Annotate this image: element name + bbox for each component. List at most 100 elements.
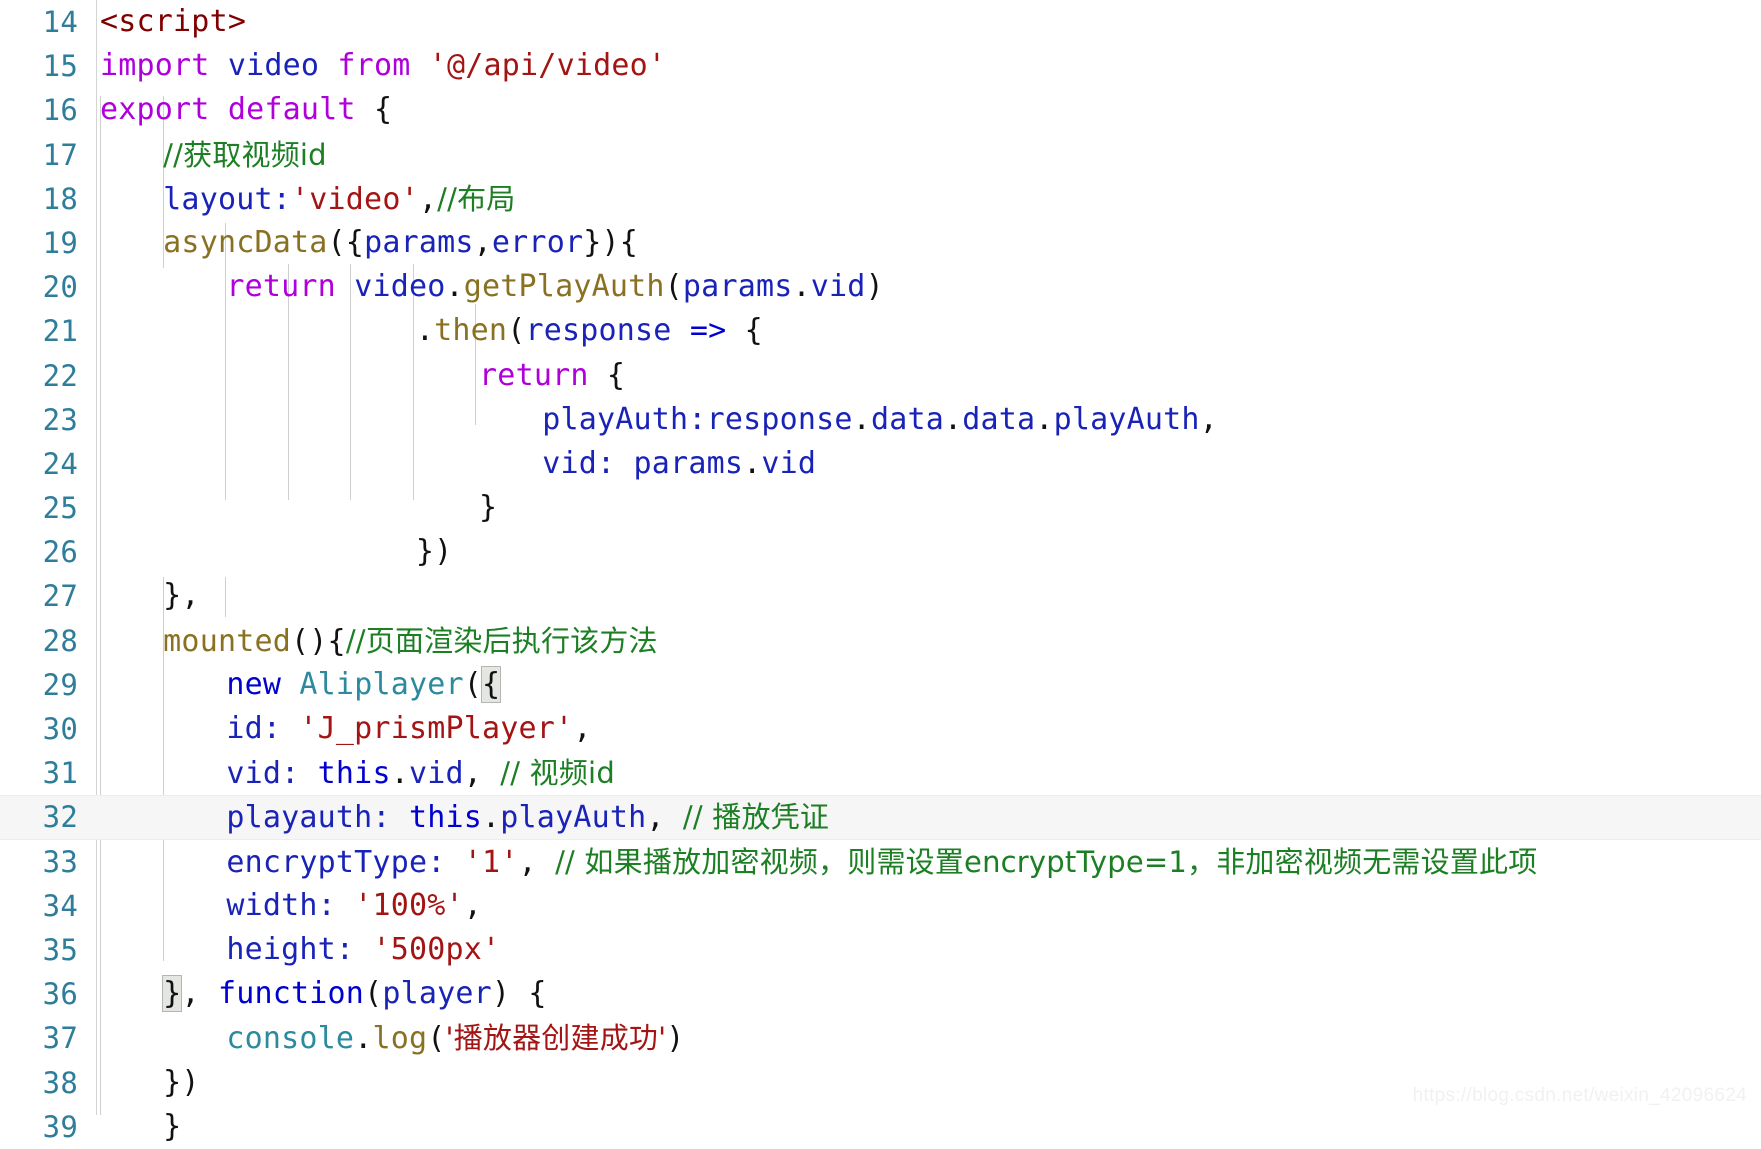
code-line[interactable]: 30 id: 'J_prismPlayer', <box>0 707 1761 751</box>
code-token: { <box>588 357 626 393</box>
code-token: ( <box>427 1021 446 1057</box>
code-token: //布局 <box>437 181 516 216</box>
code-line-content[interactable]: }, function(player) { <box>162 972 547 1016</box>
code-token: }) <box>163 1064 200 1100</box>
code-token: playauth: <box>226 800 409 836</box>
code-line[interactable]: 23 playAuth:response.data.data.playAuth, <box>0 398 1761 442</box>
code-token: error <box>491 224 584 260</box>
code-line-content[interactable]: mounted(){//页面渲染后执行该方法 <box>163 619 658 664</box>
line-number: 14 <box>42 5 78 39</box>
code-line-content[interactable]: }) <box>163 1061 200 1105</box>
code-line[interactable]: 15 import video from '@/api/video' <box>0 44 1761 88</box>
code-line-content[interactable]: new Aliplayer({ <box>226 663 502 707</box>
code-line[interactable]: 20 return video.getPlayAuth(params.vid) <box>0 265 1761 309</box>
code-token: '500px' <box>372 931 501 967</box>
code-line[interactable]: 22 return { <box>0 354 1761 398</box>
code-token: { <box>481 665 502 703</box>
code-line-content[interactable]: encryptType: '1', // 如果播放加密视频，则需设置encryp… <box>226 840 1537 885</box>
code-line[interactable]: 34 width: '100%', <box>0 884 1761 928</box>
code-line-content[interactable]: width: '100%', <box>226 884 482 928</box>
code-editor[interactable]: 14 <script> 15 import video from '@/api/vid… <box>0 0 1761 1144</box>
code-line[interactable]: 25} <box>0 486 1761 530</box>
code-line-content[interactable]: //获取视频id <box>163 133 327 178</box>
code-token: => <box>689 313 727 349</box>
code-line-content[interactable]: } <box>163 1105 181 1149</box>
code-line[interactable]: 33 encryptType: '1', // 如果播放加密视频，则需设置encr… <box>0 840 1761 884</box>
code-line-content[interactable]: vid: this.vid, // 视频id <box>226 751 615 796</box>
code-token: log <box>372 1021 428 1057</box>
code-line[interactable]: 17 //获取视频id <box>0 133 1761 177</box>
code-token: params <box>364 224 474 260</box>
code-token: . <box>482 800 501 836</box>
code-token: import <box>100 48 210 84</box>
code-lines[interactable]: 14 <script> 15 import video from '@/api/vid… <box>0 0 1761 1149</box>
code-line[interactable]: 37 console.log('播放器创建成功') <box>0 1016 1761 1060</box>
code-token: default <box>227 92 356 128</box>
code-line-content[interactable]: } <box>479 486 497 530</box>
code-line-content[interactable]: layout:'video',//布局 <box>163 177 515 222</box>
code-line-content[interactable]: playAuth:response.data.data.playAuth, <box>542 398 1218 442</box>
code-line[interactable]: 19 asyncData({params,error}){ <box>0 221 1761 265</box>
code-line[interactable]: 21 .then(response => { <box>0 309 1761 353</box>
code-line-content[interactable]: }) <box>416 530 453 574</box>
code-line[interactable]: 26}) <box>0 530 1761 574</box>
code-token: , <box>518 844 556 880</box>
code-line-content[interactable]: height: '500px' <box>226 928 500 972</box>
line-number: 17 <box>42 137 78 172</box>
code-line[interactable]: 28 mounted(){//页面渲染后执行该方法 <box>0 619 1761 663</box>
code-token: ( <box>327 224 346 260</box>
code-line[interactable]: 29 new Aliplayer({ <box>0 663 1761 707</box>
code-line-content[interactable]: .then(response => { <box>416 309 763 353</box>
code-line[interactable]: 16 export default { <box>0 88 1761 132</box>
code-token: ( <box>364 976 383 1012</box>
code-line[interactable]: 36}, function(player) { <box>0 972 1761 1016</box>
code-token: (){ <box>291 623 346 659</box>
code-line-content[interactable]: import video from '@/api/video' <box>100 44 666 88</box>
code-token: }){ <box>583 224 639 260</box>
line-number: 30 <box>42 712 78 746</box>
code-line-content[interactable]: console.log('播放器创建成功') <box>226 1016 684 1061</box>
code-line-content[interactable]: export default { <box>100 88 392 132</box>
line-number: 24 <box>42 446 78 481</box>
code-line-content[interactable]: <script> <box>100 0 246 44</box>
code-line[interactable]: 39} <box>0 1105 1761 1149</box>
code-token: playAuth: <box>542 401 707 437</box>
code-token: vid: <box>542 445 634 481</box>
code-token: '播放器创建成功' <box>445 1021 667 1056</box>
line-number: 33 <box>42 844 78 879</box>
code-token: vid: <box>226 756 318 792</box>
code-token: ) { <box>491 976 547 1012</box>
line-number: 22 <box>42 358 78 393</box>
code-line-content[interactable]: }, <box>163 574 200 618</box>
code-line-content[interactable]: playauth: this.playAuth, // 播放凭证 <box>226 796 829 839</box>
code-line[interactable]: 24 vid: params.vid <box>0 442 1761 486</box>
code-token: vid <box>761 445 817 481</box>
code-line[interactable]: 27}, <box>0 574 1761 618</box>
code-line-content[interactable]: return { <box>479 354 625 398</box>
code-token: playAuth <box>500 800 647 836</box>
code-token: Aliplayer <box>299 666 464 702</box>
code-token: data <box>870 401 944 437</box>
code-token: playAuth <box>1053 401 1200 437</box>
code-token: '@/api/video' <box>428 48 667 84</box>
code-line[interactable]: 35 height: '500px' <box>0 928 1761 972</box>
line-number: 32 <box>42 800 78 835</box>
code-token: . <box>1035 401 1054 437</box>
code-token: this <box>408 800 483 836</box>
code-token: , <box>646 800 683 836</box>
code-line-content[interactable]: vid: params.vid <box>542 442 816 486</box>
code-token: ( <box>664 269 683 305</box>
code-line[interactable]: 18 layout:'video',//布局 <box>0 177 1761 221</box>
code-line-content[interactable]: return video.getPlayAuth(params.vid) <box>226 265 883 309</box>
code-line-content[interactable]: asyncData({params,error}){ <box>163 221 638 265</box>
code-line[interactable]: 31 vid: this.vid, // 视频id <box>0 751 1761 795</box>
code-token: , <box>418 181 438 217</box>
code-token: 'video' <box>291 181 419 217</box>
code-token: params <box>633 445 744 481</box>
code-line[interactable]: 32 playauth: this.playAuth, // 播放凭证 <box>0 795 1761 840</box>
code-line[interactable]: 14 <script> <box>0 0 1761 44</box>
code-token: ) <box>865 269 884 305</box>
code-token: this <box>317 756 391 792</box>
code-token: response <box>706 401 853 437</box>
code-line-content[interactable]: id: 'J_prismPlayer', <box>226 707 591 751</box>
